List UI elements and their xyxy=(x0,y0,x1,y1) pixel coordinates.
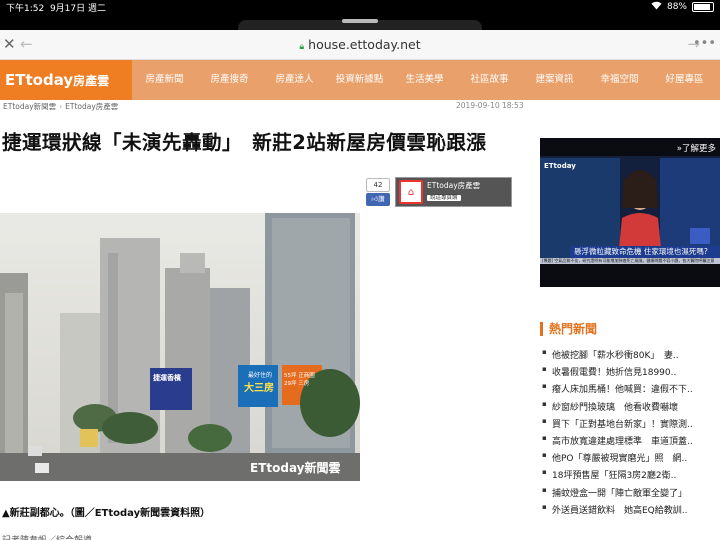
site-navigation: ETtoday 房產雲 房產新聞 房產搜奇 房產達人 投資新據點 生活美學 社區故… xyxy=(0,60,720,100)
video-crawl: [專題] 空氣品質不佳，研究證明有可能增加肺癌死亡風險。健康問題不容小覷，各大醫… xyxy=(540,258,720,264)
article-photo: 捷運香檳 最好住的 大三房 55坪 正商圈 29坪 三房 ETtoday新聞雲 xyxy=(0,213,360,481)
hot-news-title: 熱門新聞 xyxy=(540,322,720,336)
nav-item-projects[interactable]: 建案資訊 xyxy=(522,60,587,100)
hot-news-list: 他被挖腳「薪水秒衝80K」 妻.. 收暑假電費！她折信見18990.. 癈人床加… xyxy=(540,348,720,520)
list-item[interactable]: 買下「正對基地台新家」！實際測.. xyxy=(540,417,720,434)
nav-item-lifestyle[interactable]: 生活美學 xyxy=(392,60,457,100)
site-logo[interactable]: ETtoday 房產雲 xyxy=(0,60,132,100)
like-label: 讚 xyxy=(378,195,385,203)
facebook-share-box: 42 👍︎讚 xyxy=(366,178,390,206)
nav-item-oddities[interactable]: 房產搜奇 xyxy=(197,60,262,100)
chevron-right-icon: › xyxy=(59,102,63,111)
breadcrumb-section[interactable]: ETtoday房產雲 xyxy=(65,102,118,111)
nav-item-community[interactable]: 社區故事 xyxy=(457,60,522,100)
breadcrumb-home[interactable]: ETtoday新聞雲 xyxy=(3,102,56,111)
like-button[interactable]: 👍︎讚 xyxy=(366,193,390,206)
nav-item-premium-homes[interactable]: 好屋專區 xyxy=(652,60,717,100)
list-item[interactable]: 紗窗紗門換玻璃 他看收費嚇壞 xyxy=(540,400,720,417)
logo-suffix: 房產雲 xyxy=(73,73,110,88)
url-text: house.ettoday.net xyxy=(308,37,421,52)
list-item[interactable]: 捕蚊燈盒一開「陣亡敵軍全變了」 xyxy=(540,486,720,503)
article-body-start: 記者陳韋帆／綜合報導 xyxy=(2,533,122,540)
photo-sign-5: 29坪 三房 xyxy=(284,381,310,387)
status-right: 88% xyxy=(651,1,714,13)
list-item[interactable]: 高市放寬違建處理標準 車道頂蓋.. xyxy=(540,434,720,451)
url-field[interactable]: 🔒︎ house.ettoday.net xyxy=(0,37,720,52)
video-ad[interactable]: »了解更多 ETtoday 懸浮微粒藏致命危機 住家環境也濕死嗎? [專題] 空… xyxy=(540,138,720,287)
nav-item-happy-space[interactable]: 幸福空間 xyxy=(587,60,652,100)
lock-icon: 🔒︎ xyxy=(299,42,305,52)
list-item[interactable]: 他被挖腳「薪水秒衝80K」 妻.. xyxy=(540,348,720,365)
nav-item-experts[interactable]: 房產達人 xyxy=(262,60,327,100)
list-item[interactable]: 癈人床加馬桶！他喊買：違假不下.. xyxy=(540,382,720,399)
fanpage-widget[interactable]: ⌂ ETtoday房產雲 說這專頁讚 xyxy=(395,177,512,207)
photo-sign-4: 55坪 正商圈 xyxy=(284,373,315,379)
nav-menu: 房產新聞 房產搜奇 房產達人 投資新據點 生活美學 社區故事 建案資訊 幸福空間… xyxy=(132,60,720,100)
article-headline: 捷運環狀線「未演先轟動」 新莊2站新屋房價雲恥跟漲 xyxy=(2,131,487,154)
list-item[interactable]: 外送員送錯飲料 她高EQ給教訓.. xyxy=(540,503,720,520)
multitask-grabber[interactable] xyxy=(342,19,378,23)
share-count: 42 xyxy=(366,178,390,192)
status-bar: 下午1:52 9月17日 週二 88% xyxy=(0,0,720,30)
video-brand: ETtoday xyxy=(544,162,576,170)
browser-address-bar: ✕ ← 🔒︎ house.ettoday.net → ••• xyxy=(0,30,720,60)
fanpage-like-button[interactable]: 說這專頁讚 xyxy=(427,195,461,201)
photo-sign-2: 最好住的 xyxy=(248,372,273,379)
list-item[interactable]: 他PO「尊嚴被現實磨光」照 網.. xyxy=(540,451,720,468)
photo-watermark: ETtoday新聞雲 xyxy=(250,461,341,475)
wifi-icon xyxy=(651,1,662,13)
list-item[interactable]: 18坪預售屋「狂隔3房2廳2衛.. xyxy=(540,468,720,485)
list-item[interactable]: 收暑假電費！她折信見18990.. xyxy=(540,365,720,382)
logo-text: ETtoday xyxy=(5,71,74,89)
breadcrumb: ETtoday新聞雲 › ETtoday房產雲 xyxy=(3,101,118,112)
hot-news: 熱門新聞 他被挖腳「薪水秒衝80K」 妻.. 收暑假電費！她折信見18990..… xyxy=(540,322,720,520)
house-icon: ⌂ xyxy=(399,180,423,204)
photo-sign-3: 大三房 xyxy=(244,383,274,394)
fanpage-name: ETtoday房產雲 xyxy=(427,181,481,190)
nav-item-news[interactable]: 房產新聞 xyxy=(132,60,197,100)
video-ticker: 懸浮微粒藏致命危機 住家環境也濕死嗎? xyxy=(570,246,720,258)
learn-more-link[interactable]: »了解更多 xyxy=(677,142,716,154)
status-time: 下午1:52 9月17日 週二 xyxy=(6,4,106,14)
photo-sign-1: 捷運香檳 xyxy=(153,374,181,382)
battery-percent: 88% xyxy=(666,2,687,12)
more-icon[interactable]: ••• xyxy=(693,36,716,51)
article-date: 2019-09-10 18:53 xyxy=(456,101,524,110)
nav-item-investment[interactable]: 投資新據點 xyxy=(327,60,392,100)
battery-icon xyxy=(692,2,714,12)
photo-caption: ▲新莊副都心。（圖／ETtoday新聞雲資料照） xyxy=(2,508,211,519)
